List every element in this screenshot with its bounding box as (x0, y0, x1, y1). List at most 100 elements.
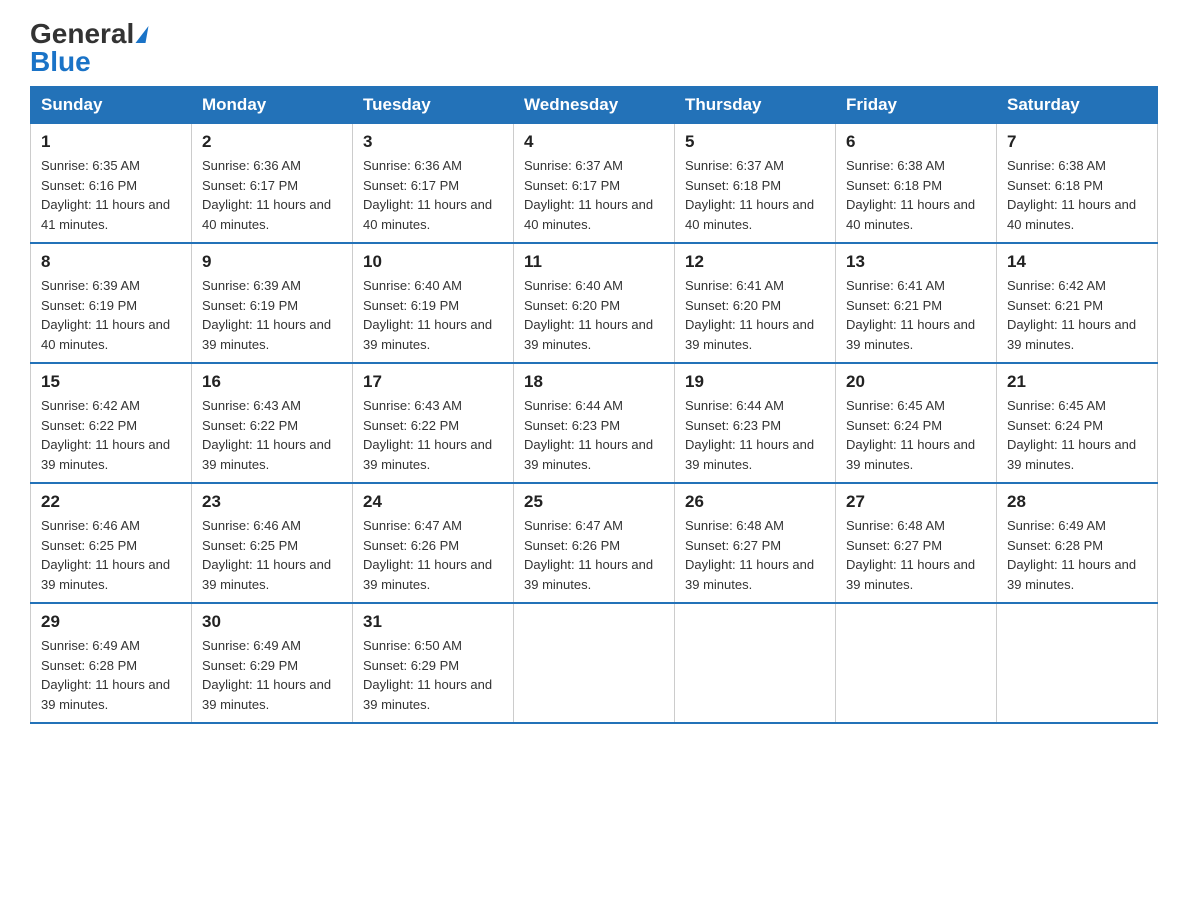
day-number: 31 (363, 612, 503, 632)
day-number: 27 (846, 492, 986, 512)
day-number: 6 (846, 132, 986, 152)
day-info: Sunrise: 6:45 AMSunset: 6:24 PMDaylight:… (1007, 396, 1147, 474)
calendar-cell: 16 Sunrise: 6:43 AMSunset: 6:22 PMDayligh… (192, 363, 353, 483)
day-number: 8 (41, 252, 181, 272)
calendar-cell: 15 Sunrise: 6:42 AMSunset: 6:22 PMDayligh… (31, 363, 192, 483)
day-info: Sunrise: 6:41 AMSunset: 6:20 PMDaylight:… (685, 276, 825, 354)
calendar-cell: 31 Sunrise: 6:50 AMSunset: 6:29 PMDayligh… (353, 603, 514, 723)
calendar-week-row: 1Sunrise: 6:35 AMSunset: 6:16 PMDaylight… (31, 124, 1158, 244)
calendar-cell: 30 Sunrise: 6:49 AMSunset: 6:29 PMDayligh… (192, 603, 353, 723)
calendar-cell: 12Sunrise: 6:41 AMSunset: 6:20 PMDayligh… (675, 243, 836, 363)
day-info: Sunrise: 6:37 AMSunset: 6:18 PMDaylight:… (685, 156, 825, 234)
calendar-cell (675, 603, 836, 723)
weekday-header-monday: Monday (192, 87, 353, 124)
weekday-header-saturday: Saturday (997, 87, 1158, 124)
day-info: Sunrise: 6:49 AMSunset: 6:29 PMDaylight:… (202, 636, 342, 714)
calendar-cell: 14Sunrise: 6:42 AMSunset: 6:21 PMDayligh… (997, 243, 1158, 363)
day-info: Sunrise: 6:42 AMSunset: 6:22 PMDaylight:… (41, 396, 181, 474)
calendar-cell: 19 Sunrise: 6:44 AMSunset: 6:23 PMDayligh… (675, 363, 836, 483)
day-info: Sunrise: 6:37 AMSunset: 6:17 PMDaylight:… (524, 156, 664, 234)
day-info: Sunrise: 6:49 AMSunset: 6:28 PMDaylight:… (1007, 516, 1147, 594)
day-info: Sunrise: 6:36 AMSunset: 6:17 PMDaylight:… (202, 156, 342, 234)
day-info: Sunrise: 6:45 AMSunset: 6:24 PMDaylight:… (846, 396, 986, 474)
calendar-cell: 11 Sunrise: 6:40 AMSunset: 6:20 PMDayligh… (514, 243, 675, 363)
day-info: Sunrise: 6:46 AMSunset: 6:25 PMDaylight:… (202, 516, 342, 594)
day-number: 29 (41, 612, 181, 632)
calendar-cell (514, 603, 675, 723)
calendar-cell (997, 603, 1158, 723)
calendar-cell: 24 Sunrise: 6:47 AMSunset: 6:26 PMDayligh… (353, 483, 514, 603)
calendar-cell: 29 Sunrise: 6:49 AMSunset: 6:28 PMDayligh… (31, 603, 192, 723)
day-number: 24 (363, 492, 503, 512)
day-number: 25 (524, 492, 664, 512)
day-number: 22 (41, 492, 181, 512)
calendar-cell: 5 Sunrise: 6:37 AMSunset: 6:18 PMDaylight… (675, 124, 836, 244)
day-info: Sunrise: 6:38 AMSunset: 6:18 PMDaylight:… (1007, 156, 1147, 234)
day-info: Sunrise: 6:38 AMSunset: 6:18 PMDaylight:… (846, 156, 986, 234)
day-info: Sunrise: 6:46 AMSunset: 6:25 PMDaylight:… (41, 516, 181, 594)
calendar-cell: 8 Sunrise: 6:39 AMSunset: 6:19 PMDaylight… (31, 243, 192, 363)
day-info: Sunrise: 6:44 AMSunset: 6:23 PMDaylight:… (685, 396, 825, 474)
calendar-cell: 2 Sunrise: 6:36 AMSunset: 6:17 PMDaylight… (192, 124, 353, 244)
day-info: Sunrise: 6:48 AMSunset: 6:27 PMDaylight:… (685, 516, 825, 594)
day-info: Sunrise: 6:40 AMSunset: 6:19 PMDaylight:… (363, 276, 503, 354)
day-number: 2 (202, 132, 342, 152)
calendar-week-row: 29 Sunrise: 6:49 AMSunset: 6:28 PMDayligh… (31, 603, 1158, 723)
day-info: Sunrise: 6:49 AMSunset: 6:28 PMDaylight:… (41, 636, 181, 714)
day-number: 23 (202, 492, 342, 512)
calendar-cell: 3 Sunrise: 6:36 AMSunset: 6:17 PMDaylight… (353, 124, 514, 244)
logo-blue-text: Blue (30, 48, 91, 76)
calendar-week-row: 22 Sunrise: 6:46 AMSunset: 6:25 PMDayligh… (31, 483, 1158, 603)
day-number: 13 (846, 252, 986, 272)
day-number: 19 (685, 372, 825, 392)
day-info: Sunrise: 6:48 AMSunset: 6:27 PMDaylight:… (846, 516, 986, 594)
day-number: 26 (685, 492, 825, 512)
day-info: Sunrise: 6:39 AMSunset: 6:19 PMDaylight:… (41, 276, 181, 354)
day-number: 1 (41, 132, 181, 152)
day-number: 3 (363, 132, 503, 152)
calendar-week-row: 8 Sunrise: 6:39 AMSunset: 6:19 PMDaylight… (31, 243, 1158, 363)
day-number: 15 (41, 372, 181, 392)
calendar-cell: 18 Sunrise: 6:44 AMSunset: 6:23 PMDayligh… (514, 363, 675, 483)
calendar-cell: 27 Sunrise: 6:48 AMSunset: 6:27 PMDayligh… (836, 483, 997, 603)
calendar-header: SundayMondayTuesdayWednesdayThursdayFrid… (31, 87, 1158, 124)
day-number: 14 (1007, 252, 1147, 272)
weekday-header-thursday: Thursday (675, 87, 836, 124)
calendar-body: 1Sunrise: 6:35 AMSunset: 6:16 PMDaylight… (31, 124, 1158, 724)
day-number: 28 (1007, 492, 1147, 512)
day-info: Sunrise: 6:44 AMSunset: 6:23 PMDaylight:… (524, 396, 664, 474)
day-info: Sunrise: 6:47 AMSunset: 6:26 PMDaylight:… (363, 516, 503, 594)
weekday-header-row: SundayMondayTuesdayWednesdayThursdayFrid… (31, 87, 1158, 124)
calendar-cell: 13Sunrise: 6:41 AMSunset: 6:21 PMDayligh… (836, 243, 997, 363)
calendar-week-row: 15 Sunrise: 6:42 AMSunset: 6:22 PMDayligh… (31, 363, 1158, 483)
day-number: 10 (363, 252, 503, 272)
calendar-cell: 6 Sunrise: 6:38 AMSunset: 6:18 PMDaylight… (836, 124, 997, 244)
day-info: Sunrise: 6:50 AMSunset: 6:29 PMDaylight:… (363, 636, 503, 714)
day-info: Sunrise: 6:43 AMSunset: 6:22 PMDaylight:… (202, 396, 342, 474)
logo-general-text: General (30, 20, 147, 48)
calendar-cell (836, 603, 997, 723)
calendar-cell: 4Sunrise: 6:37 AMSunset: 6:17 PMDaylight… (514, 124, 675, 244)
day-info: Sunrise: 6:40 AMSunset: 6:20 PMDaylight:… (524, 276, 664, 354)
day-number: 20 (846, 372, 986, 392)
calendar-table: SundayMondayTuesdayWednesdayThursdayFrid… (30, 86, 1158, 724)
day-number: 11 (524, 252, 664, 272)
day-number: 5 (685, 132, 825, 152)
calendar-cell: 26 Sunrise: 6:48 AMSunset: 6:27 PMDayligh… (675, 483, 836, 603)
day-number: 9 (202, 252, 342, 272)
day-number: 30 (202, 612, 342, 632)
day-number: 21 (1007, 372, 1147, 392)
day-number: 18 (524, 372, 664, 392)
day-info: Sunrise: 6:43 AMSunset: 6:22 PMDaylight:… (363, 396, 503, 474)
day-number: 7 (1007, 132, 1147, 152)
page-header: General Blue (30, 20, 1158, 76)
calendar-cell: 25Sunrise: 6:47 AMSunset: 6:26 PMDayligh… (514, 483, 675, 603)
calendar-cell: 1Sunrise: 6:35 AMSunset: 6:16 PMDaylight… (31, 124, 192, 244)
day-number: 17 (363, 372, 503, 392)
day-info: Sunrise: 6:39 AMSunset: 6:19 PMDaylight:… (202, 276, 342, 354)
calendar-cell: 28 Sunrise: 6:49 AMSunset: 6:28 PMDayligh… (997, 483, 1158, 603)
weekday-header-tuesday: Tuesday (353, 87, 514, 124)
day-number: 16 (202, 372, 342, 392)
day-info: Sunrise: 6:36 AMSunset: 6:17 PMDaylight:… (363, 156, 503, 234)
weekday-header-friday: Friday (836, 87, 997, 124)
